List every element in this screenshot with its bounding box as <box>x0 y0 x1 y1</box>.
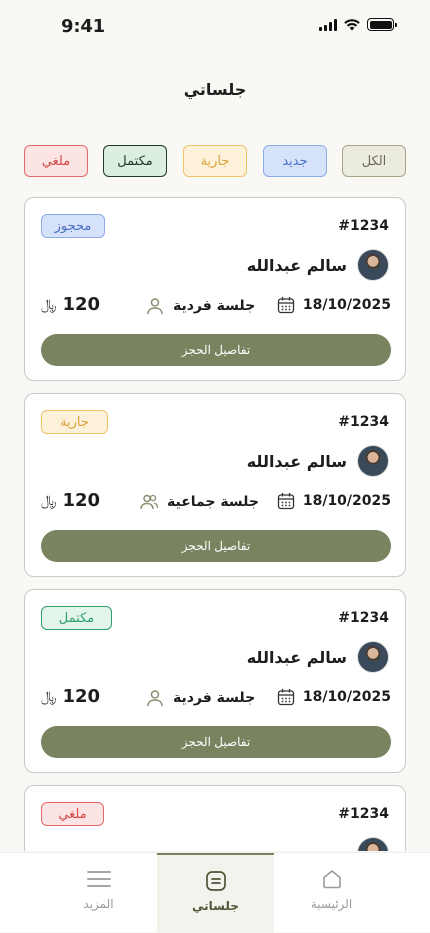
booking-details-button[interactable]: تفاصيل الحجز <box>41 726 391 758</box>
client-info: سالم عبدالله <box>247 445 389 477</box>
riyal-icon: ﷼ <box>41 296 57 313</box>
price-value: 120 <box>62 686 101 707</box>
nav-more[interactable]: المزيد <box>40 853 157 933</box>
avatar <box>357 641 389 673</box>
bottom-navigation: الرئيسية جلساتي المزيد <box>0 852 430 933</box>
session-type: جلسة فردية <box>145 296 255 316</box>
status-bar: 9:41 <box>0 0 430 54</box>
user-icon <box>147 690 163 707</box>
status-badge: مكتمل <box>41 606 112 630</box>
session-card: جارية #1234 سالم عبدالله ﷼ 120 جلسة جماع… <box>24 393 406 577</box>
session-date: 18/10/2025 <box>277 296 391 314</box>
session-meta: ﷼ 120 جلسة فردية 18/10/2025 <box>25 294 406 318</box>
filter-new[interactable]: جديد <box>263 145 327 177</box>
client-info <box>357 837 389 851</box>
session-type: جلسة جماعية <box>139 492 259 512</box>
status-time: 9:41 <box>61 16 105 37</box>
wifi-icon <box>344 19 360 31</box>
session-type-label: جلسة فردية <box>173 690 256 706</box>
nav-home[interactable]: الرئيسية <box>273 853 390 933</box>
session-card: محجوز #1234 سالم عبدالله ﷼ 120 جلسة فردي… <box>24 197 406 381</box>
calendar-icon <box>277 689 294 706</box>
session-meta: ﷼ 120 جلسة جماعية 18/10/2025 <box>25 490 406 514</box>
users-group-icon <box>140 494 159 510</box>
price: ﷼ 120 <box>41 686 100 707</box>
status-icons <box>319 18 397 31</box>
booking-details-button[interactable]: تفاصيل الحجز <box>41 530 391 562</box>
booking-id: #1234 <box>338 218 389 234</box>
filter-tabs: الكل جديد جارية مكتمل ملغي <box>24 145 406 177</box>
booking-id: #1234 <box>338 610 389 626</box>
status-badge: محجوز <box>41 214 105 238</box>
sessions-icon <box>205 871 226 891</box>
date-label: 18/10/2025 <box>302 493 391 509</box>
calendar-icon <box>277 493 294 510</box>
nav-sessions[interactable]: جلساتي <box>157 853 274 933</box>
price-value: 120 <box>62 490 101 511</box>
date-label: 18/10/2025 <box>302 297 391 313</box>
nav-home-label: الرئيسية <box>310 897 353 911</box>
booking-id: #1234 <box>338 806 389 822</box>
session-card: ملغي #1234 <box>24 785 406 851</box>
sessions-list: محجوز #1234 سالم عبدالله ﷼ 120 جلسة فردي… <box>24 197 406 851</box>
nav-sessions-label: جلساتي <box>192 899 239 913</box>
session-type-label: جلسة جماعية <box>167 494 259 510</box>
battery-icon <box>367 18 397 31</box>
session-date: 18/10/2025 <box>277 688 391 706</box>
client-info: سالم عبدالله <box>247 641 389 673</box>
nav-more-label: المزيد <box>83 897 114 911</box>
client-name: سالم عبدالله <box>246 647 347 667</box>
booking-details-button[interactable]: تفاصيل الحجز <box>41 334 391 366</box>
status-badge: جارية <box>41 410 108 434</box>
price-value: 120 <box>62 294 101 315</box>
page-title: جلساتي <box>183 80 247 99</box>
user-icon <box>147 298 163 315</box>
menu-icon <box>86 871 111 887</box>
date-label: 18/10/2025 <box>302 689 391 705</box>
session-type-label: جلسة فردية <box>173 298 256 314</box>
session-type: جلسة فردية <box>145 688 255 708</box>
session-card: مكتمل #1234 سالم عبدالله ﷼ 120 جلسة فردي… <box>24 589 406 773</box>
client-name: سالم عبدالله <box>246 255 347 275</box>
client-info: سالم عبدالله <box>247 249 389 281</box>
client-name: سالم عبدالله <box>246 451 347 471</box>
filter-all[interactable]: الكل <box>342 145 406 177</box>
filter-ongoing[interactable]: جارية <box>183 145 247 177</box>
riyal-icon: ﷼ <box>41 688 57 705</box>
riyal-icon: ﷼ <box>41 492 57 509</box>
home-icon <box>322 870 341 889</box>
booking-id: #1234 <box>338 414 389 430</box>
avatar <box>357 249 389 281</box>
filter-cancelled[interactable]: ملغي <box>24 145 88 177</box>
avatar <box>357 837 389 851</box>
session-date: 18/10/2025 <box>277 492 391 510</box>
price: ﷼ 120 <box>41 294 100 315</box>
status-badge: ملغي <box>41 802 104 826</box>
avatar <box>357 445 389 477</box>
calendar-icon <box>277 297 294 314</box>
filter-completed[interactable]: مكتمل <box>103 145 167 177</box>
price: ﷼ 120 <box>41 490 100 511</box>
session-meta: ﷼ 120 جلسة فردية 18/10/2025 <box>25 686 406 710</box>
cellular-signal-icon <box>319 18 337 31</box>
